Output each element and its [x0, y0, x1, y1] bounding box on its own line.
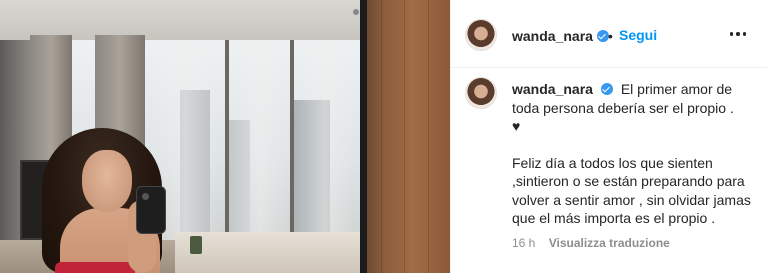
- photo-mullion: [225, 40, 229, 240]
- wood-grain: [404, 0, 405, 273]
- caption-meta: 16 h Visualizza traduzione: [512, 236, 670, 250]
- photo-mullion: [290, 40, 294, 240]
- follow-button[interactable]: Segui: [619, 27, 657, 43]
- verified-badge-icon: [600, 83, 613, 95]
- caption-username[interactable]: wanda_nara: [512, 81, 593, 97]
- photo-ceiling: [0, 0, 360, 40]
- heart-icon: ♥: [512, 118, 521, 134]
- caption-avatar[interactable]: [465, 77, 497, 109]
- post-caption: wanda_nara El primer amor de toda person…: [512, 80, 762, 228]
- caption-text-2: Feliz día a todos los que sienten ,sinti…: [512, 154, 751, 227]
- post-photo[interactable]: [0, 0, 450, 273]
- photo-sheer-curtain: [295, 40, 355, 240]
- photo-desk: [175, 232, 365, 273]
- photo-person-face: [82, 150, 132, 212]
- photo-phone: [136, 186, 166, 234]
- see-translation-button[interactable]: Visualizza traduzione: [549, 236, 670, 250]
- wood-grain: [381, 0, 382, 273]
- post-timestamp[interactable]: 16 h: [512, 236, 535, 250]
- photo-sheer-curtain: [230, 40, 290, 240]
- header-username-group[interactable]: wanda_nara: [512, 28, 609, 46]
- header-avatar[interactable]: [465, 19, 497, 51]
- photo-person-top: [55, 262, 135, 273]
- photo-lamp: [190, 236, 202, 254]
- photo-wood-wall: [367, 0, 450, 273]
- photo-ceiling-light: [353, 9, 359, 15]
- caption-paragraph-1: wanda_nara El primer amor de toda person…: [512, 80, 762, 117]
- header-separator: •: [608, 28, 613, 44]
- more-options-icon[interactable]: [726, 22, 750, 46]
- header-username[interactable]: wanda_nara: [512, 28, 593, 44]
- post-side-panel: wanda_nara • Segui wanda_nara El primer …: [450, 0, 767, 273]
- post-header: wanda_nara • Segui: [451, 0, 767, 68]
- wood-grain: [428, 0, 429, 273]
- phone-camera-lens: [142, 193, 149, 200]
